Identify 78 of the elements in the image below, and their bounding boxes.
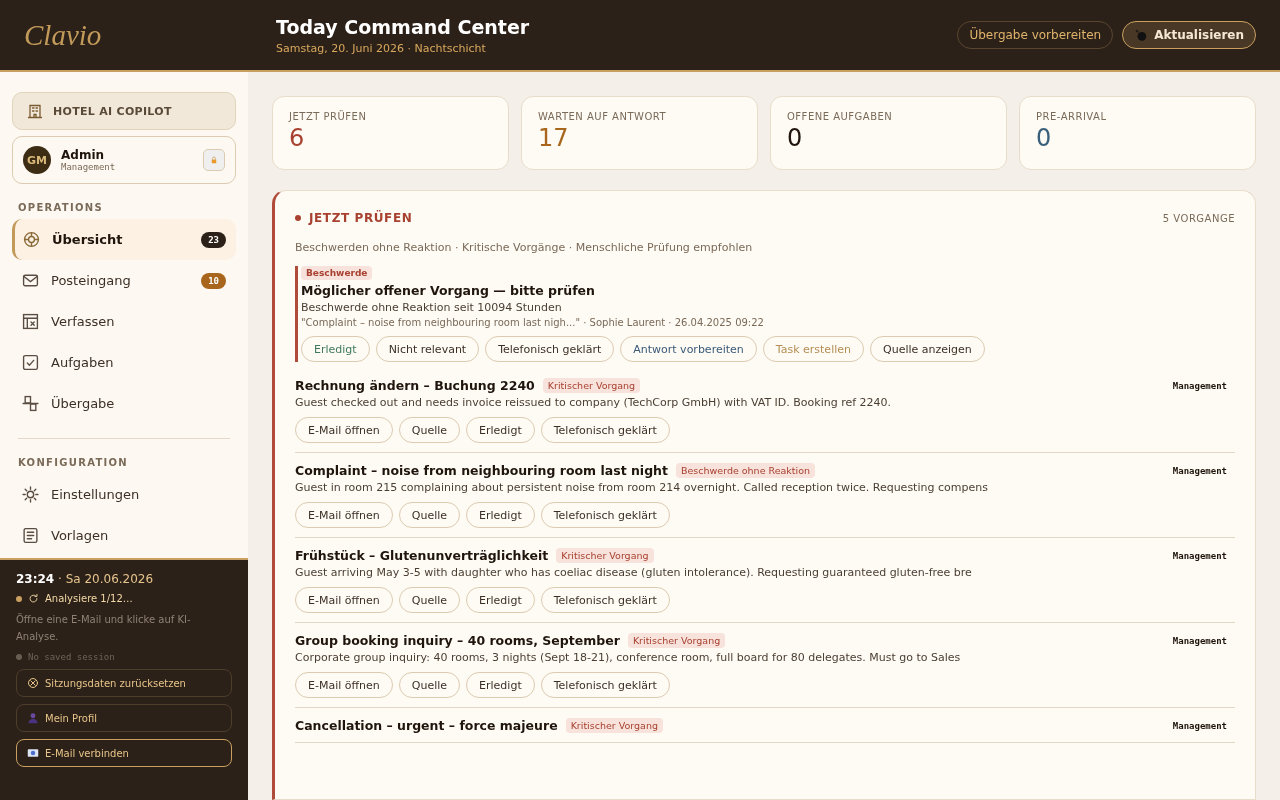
padlock-icon bbox=[210, 154, 218, 166]
owner-label: Management bbox=[1172, 550, 1227, 561]
stat-value: 17 bbox=[538, 124, 570, 152]
tag: Kritischer Vorgang bbox=[556, 548, 654, 563]
item-meta: "Complaint – noise from neighbouring room last nigh..." · Sophie Laurent · 26.04.2025 09:22 bbox=[301, 317, 764, 328]
section-title: OPERATIONS bbox=[18, 202, 104, 213]
item-title: Rechnung ändern – Buchung 2240 bbox=[295, 378, 535, 393]
status-text: Analysiere 1/12… bbox=[45, 593, 133, 604]
section-title: KONFIGURATION bbox=[18, 457, 130, 468]
page-subtitle: Samstag, 20. Juni 2026 · Nachtschicht bbox=[276, 41, 487, 55]
app-button[interactable]: HOTEL AI COPILOT bbox=[12, 92, 236, 130]
item-text: Guest checked out and needs invoice reissued to company (TechCorp GmbH) with VAT ID. Booking ref 2240. bbox=[295, 396, 893, 409]
nav-item[interactable]: Übergabe bbox=[12, 383, 236, 424]
stat-label: WARTEN AUF ANTWORT bbox=[538, 111, 668, 122]
status-dot bbox=[16, 595, 22, 602]
document-icon bbox=[22, 527, 39, 544]
panel-subtitle: Beschwerden ohne Reaktion · Kritische Vorgänge · Menschliche Prüfung empfohlen bbox=[295, 241, 754, 254]
stat-value: 6 bbox=[289, 124, 306, 152]
item-title: Group booking inquiry – 40 rooms, September bbox=[295, 633, 620, 648]
owner-label: Management bbox=[1172, 380, 1227, 391]
sidebar-button[interactable]: Sitzungsdaten zurücksetzen bbox=[16, 669, 232, 697]
logo: Clavio bbox=[24, 18, 103, 52]
envelope-icon bbox=[27, 747, 39, 759]
item-text: Corporate group inquiry: 40 rooms, 3 nights (Sept 18-21), conference room, full board for 80 delegates. Must go to Sales bbox=[295, 651, 962, 664]
session-text: No saved session bbox=[28, 652, 115, 662]
tag: Kritischer Vorgang bbox=[565, 718, 663, 733]
stat-label: PRE-ARRIVAL bbox=[1036, 111, 1108, 122]
owner-label: Management bbox=[1172, 720, 1227, 731]
item-text: Beschwerde ohne Reaktion seit 10094 Stunden bbox=[301, 301, 562, 314]
avatar: GM bbox=[23, 146, 51, 174]
target-icon bbox=[23, 231, 40, 248]
squares-icon bbox=[22, 395, 39, 412]
item-text: Guest in room 215 complaining about persistent noise from room 214 overnight. Called reception twice. Requesting compens bbox=[295, 481, 989, 494]
nav-item[interactable]: Aufgaben bbox=[12, 342, 236, 383]
stat-label: OFFENE AUFGABEN bbox=[787, 111, 894, 122]
sidebar-button[interactable]: E-Mail verbinden bbox=[16, 739, 232, 767]
count-badge: 23 bbox=[201, 231, 226, 248]
nav-item[interactable]: Posteingang 10 bbox=[12, 260, 236, 301]
tag: Beschwerde bbox=[301, 266, 373, 280]
lock-button[interactable] bbox=[203, 149, 225, 171]
item-title: Frühstück – Glutenunverträglichkeit bbox=[295, 548, 549, 563]
bomb-icon bbox=[1134, 28, 1149, 42]
nav-item[interactable]: Vorlagen bbox=[12, 515, 236, 556]
item-title: Complaint – noise from neighbouring room last night bbox=[295, 463, 668, 478]
item-title: Cancellation – urgent – force majeure bbox=[295, 718, 558, 733]
nav-item[interactable]: Verfassen bbox=[12, 301, 236, 342]
user-name: Admin bbox=[61, 148, 106, 162]
close-icon bbox=[27, 677, 39, 689]
person-icon bbox=[27, 712, 39, 724]
tag: Beschwerde ohne Reaktion bbox=[676, 463, 816, 478]
checkbox-icon bbox=[22, 354, 39, 371]
stat-label: JETZT PRÜFEN bbox=[289, 111, 368, 122]
clock-text: 23:24 · Sa 20.06.2026 bbox=[16, 572, 155, 586]
tag: Kritischer Vorgang bbox=[627, 633, 726, 648]
tag: Kritischer Vorgang bbox=[542, 378, 641, 393]
building-icon bbox=[27, 103, 43, 119]
refresh-icon bbox=[28, 593, 39, 604]
nav-item[interactable]: Übersicht 23 bbox=[12, 219, 236, 260]
status-dot bbox=[295, 215, 301, 221]
stat-value: 0 bbox=[1036, 124, 1053, 152]
page-title: Today Command Center bbox=[276, 15, 531, 38]
user-role: Management bbox=[61, 162, 117, 172]
window-icon bbox=[22, 313, 39, 330]
nav-item[interactable]: Einstellungen bbox=[12, 474, 236, 515]
item-count: 5 VORGANGE bbox=[1162, 212, 1235, 224]
envelope-icon bbox=[22, 272, 39, 289]
stat-value: 0 bbox=[787, 124, 804, 152]
item-text: Guest arriving May 3-5 with daughter who has coeliac disease (gluten intolerance). Requesting guaranteed gluten-free bre bbox=[295, 566, 973, 579]
hint-text: Öffne eine E-Mail und klicke auf KI-Analyse. bbox=[16, 612, 192, 644]
item-title: Möglicher offener Vorgang — bitte prüfen bbox=[301, 283, 595, 298]
panel-title: JETZT PRÜFEN bbox=[309, 211, 414, 225]
settings-icon bbox=[22, 486, 39, 503]
status-dot bbox=[16, 654, 22, 660]
owner-label: Management bbox=[1172, 635, 1227, 646]
owner-label: Management bbox=[1172, 465, 1227, 476]
sidebar-button[interactable]: Mein Profil bbox=[16, 704, 232, 732]
refresh-button[interactable]: Aktualisieren bbox=[1122, 21, 1256, 49]
count-badge: 10 bbox=[201, 272, 226, 289]
